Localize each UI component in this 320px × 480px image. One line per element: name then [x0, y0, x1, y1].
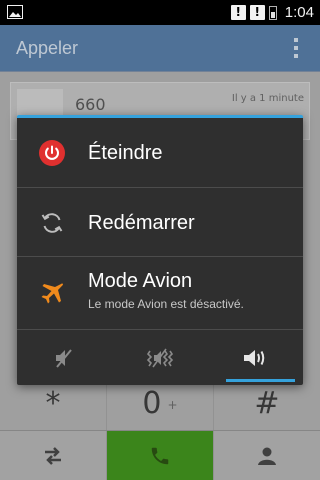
power-off-option[interactable]: Éteindre: [17, 118, 303, 188]
keypad-row: * 0 + #: [0, 382, 320, 430]
sound-on-button[interactable]: [208, 330, 303, 385]
image-icon: [7, 5, 23, 19]
page-title: Appeler: [16, 38, 79, 58]
silent-mode-icon: [55, 348, 72, 368]
key-zero[interactable]: 0 +: [107, 382, 214, 430]
restart-label: Redémarrer: [88, 212, 195, 234]
power-icon: [39, 140, 65, 166]
call-button[interactable]: [107, 431, 214, 480]
key-hash[interactable]: #: [214, 382, 320, 430]
status-bar: ! ! 1:04: [0, 0, 320, 25]
contacts-button[interactable]: [214, 431, 320, 480]
restart-option[interactable]: Redémarrer: [17, 188, 303, 257]
swap-button[interactable]: [0, 431, 107, 480]
swap-arrows-icon: [45, 446, 61, 465]
call-time: Il y a 1 minute: [231, 93, 304, 104]
contact-icon: [258, 447, 276, 465]
vibrate-mode-icon: [146, 348, 174, 367]
silent-mode-button[interactable]: [17, 330, 112, 385]
airplane-icon: [39, 281, 65, 307]
alert-icon: !: [230, 5, 246, 20]
key-star[interactable]: *: [0, 382, 107, 430]
airplane-mode-option[interactable]: Mode Avion Le mode Avion est désactivé.: [17, 257, 303, 330]
status-icons: ! ! 1:04: [230, 3, 314, 22]
airplane-mode-status: Le mode Avion est désactivé.: [88, 297, 244, 311]
sound-mode-selector: [17, 330, 303, 385]
call-number: 660: [75, 95, 106, 114]
action-bar: Appeler: [0, 25, 320, 72]
alert-icon: !: [249, 5, 265, 20]
overflow-menu-icon[interactable]: [294, 38, 298, 58]
dialer-bottom-bar: [0, 430, 320, 480]
selected-indicator: [225, 379, 295, 382]
power-off-label: Éteindre: [88, 142, 163, 164]
vibrate-mode-button[interactable]: [112, 330, 207, 385]
airplane-mode-label: Mode Avion: [88, 270, 193, 292]
sound-on-icon: [244, 349, 265, 366]
battery-icon: [268, 5, 277, 20]
restart-icon: [39, 210, 65, 236]
phone-icon: [151, 447, 169, 464]
power-options-dialog: Éteindre Redémarrer Mode Avion Le mode A…: [17, 115, 303, 385]
clock: 1:04: [284, 4, 314, 21]
